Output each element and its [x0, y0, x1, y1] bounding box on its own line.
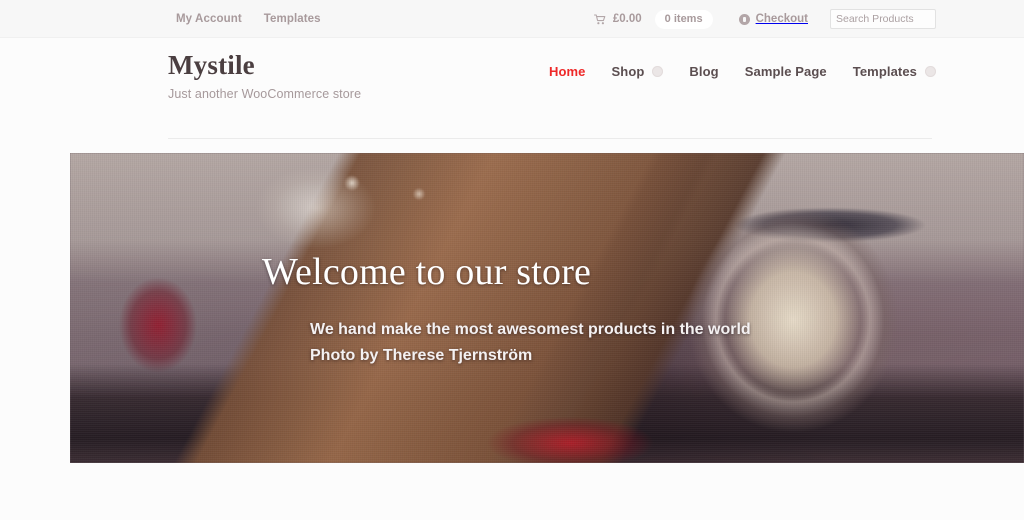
checkout-label: Checkout — [755, 13, 808, 25]
search-products-input[interactable] — [830, 9, 936, 29]
cart-total: £0.00 — [612, 13, 642, 25]
nav-item-label: Blog — [689, 64, 719, 79]
nav-item-shop[interactable]: Shop — [612, 64, 664, 79]
checkout-link[interactable]: Checkout — [738, 13, 808, 25]
chevron-down-icon — [925, 66, 936, 77]
checkout-icon — [738, 13, 750, 25]
site-title: Mystile — [168, 50, 255, 80]
nav-item-templates[interactable]: Templates — [853, 64, 936, 79]
top-nav-templates[interactable]: Templates — [264, 13, 321, 25]
hero-subtitle: We hand make the most awesomest products… — [310, 321, 751, 338]
secondary-navigation: My Account Templates — [176, 0, 321, 38]
primary-navigation: Home Shop Blog Sample Page Templates — [549, 64, 936, 79]
hero-title: Welcome to our store — [262, 251, 592, 293]
chevron-down-icon — [652, 66, 664, 77]
nav-item-label: Home — [548, 64, 586, 79]
top-bar-inner: My Account Templates £0.00 0 items Check… — [0, 0, 1024, 38]
nav-item-sample-page[interactable]: Sample Page — [745, 64, 827, 79]
hero-section: Welcome to our store We hand make the mo… — [0, 153, 1024, 520]
nav-item-label: Shop — [611, 64, 645, 79]
site-branding[interactable]: Mystile Just another WooCommerce store — [168, 50, 362, 102]
shopping-cart-icon — [593, 13, 606, 25]
site-tagline: Just another WooCommerce store — [168, 87, 362, 101]
hero-banner[interactable]: Welcome to our store We hand make the mo… — [70, 153, 1024, 463]
top-bar-utilities: £0.00 0 items Checkout — [593, 0, 936, 38]
hero-photo-credit: Photo by Therese Tjernström — [310, 347, 533, 365]
cart-summary[interactable]: £0.00 0 items — [593, 9, 713, 29]
nav-item-label: Sample Page — [744, 64, 827, 79]
hero-content: Welcome to our store We hand make the mo… — [262, 253, 982, 370]
top-nav-my-account[interactable]: My Account — [176, 13, 242, 25]
nav-item-home[interactable]: Home — [549, 64, 586, 79]
site-header: Mystile Just another WooCommerce store H… — [0, 38, 1024, 153]
nav-item-blog[interactable]: Blog — [689, 64, 718, 79]
top-bar: My Account Templates £0.00 0 items Check… — [0, 0, 1024, 38]
page-bottom-spacer — [0, 463, 1024, 520]
nav-item-label: Templates — [852, 64, 917, 79]
header-divider — [168, 138, 932, 139]
cart-items-badge: 0 items — [654, 9, 713, 29]
